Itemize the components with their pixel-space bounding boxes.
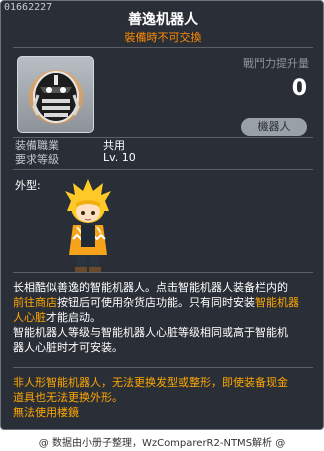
description-line: 智能机器人等级与智能机器人心脏等级相同或高于智能机 xyxy=(13,326,288,339)
description-line: 才能启动。 xyxy=(46,311,101,324)
item-warning: 非人形智能机器人，无法更换发型或整形，即使装备现金 道具也无法更换外形。 無法使… xyxy=(13,375,317,420)
combat-power-value: 0 xyxy=(291,76,307,101)
divider xyxy=(13,47,313,48)
description-line: 长相酷似善逸的智能机器人。点击智能机器人装备栏内的 xyxy=(13,281,288,294)
divider xyxy=(13,272,313,273)
divider xyxy=(13,367,313,368)
trade-restriction: 裝備時不可交換 xyxy=(124,31,202,44)
warning-line: 道具也无法更换外形。 xyxy=(13,391,123,404)
description-line: 按钮后可使用杂货店功能。只有同时安装 xyxy=(57,296,255,309)
item-description: 长相酷似善逸的智能机器人。点击智能机器人装备栏内的 前往商店按钮后可使用杂货店功… xyxy=(13,280,317,355)
robot-mask-icon xyxy=(29,70,83,124)
warning-line: 無法使用楼鏡 xyxy=(13,406,79,419)
combat-power-label: 戰鬥力提升量 xyxy=(243,57,309,70)
character-avatar xyxy=(65,179,111,272)
footer-credit: @ 数据由小册子整理，WzComparerR2-NTMS解析 @ xyxy=(38,438,286,449)
item-title: 善逸机器人 xyxy=(128,12,198,28)
stat-label-level: 要求等級 xyxy=(15,153,59,166)
item-icon-frame xyxy=(17,56,94,133)
category-badge: 機器人 xyxy=(241,118,307,136)
heart-highlight: 智能机器 xyxy=(255,296,299,309)
description-line: 器人心脏时才可安装。 xyxy=(13,341,123,354)
warning-line: 非人形智能机器人，无法更换发型或整形，即使装备现金 xyxy=(13,376,288,389)
shop-link-text: 前往商店 xyxy=(13,296,57,309)
item-tooltip: 01662227 善逸机器人 裝備時不可交換 戰鬥力提升量 0 機器人 装備職業… xyxy=(0,0,324,430)
stat-value-level: Lv. 10 xyxy=(103,151,136,164)
heart-highlight: 人心脏 xyxy=(13,311,46,324)
divider xyxy=(13,169,313,170)
appearance-label: 外型: xyxy=(15,179,41,192)
